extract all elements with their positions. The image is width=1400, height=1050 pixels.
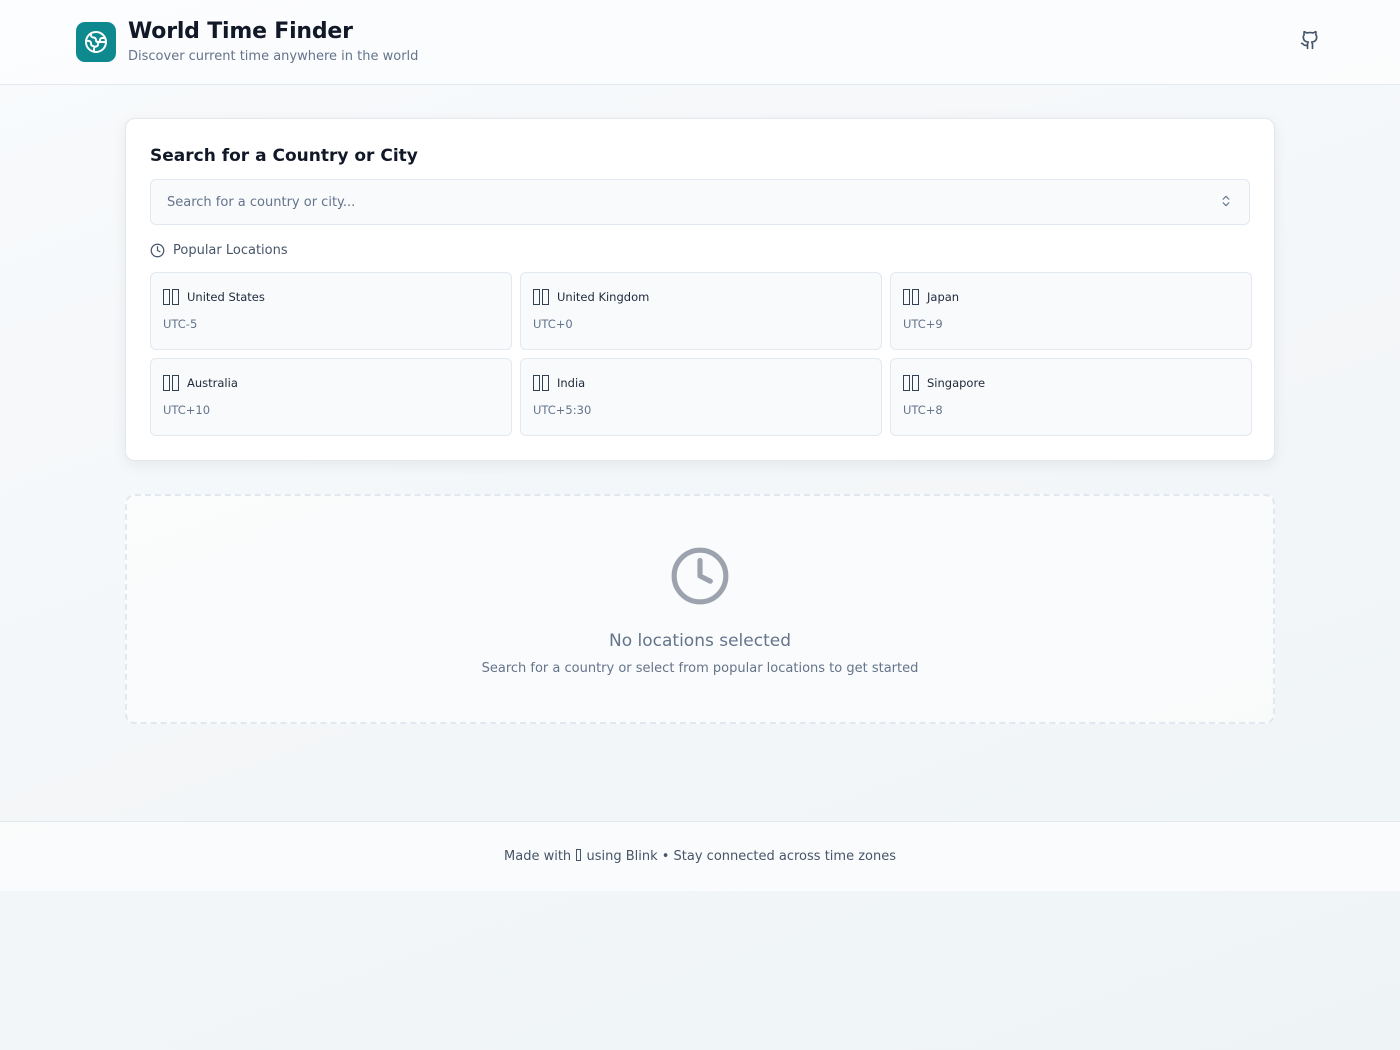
- footer-prefix: Made with: [504, 849, 572, 864]
- app-header: World Time Finder Discover current time …: [0, 0, 1400, 85]
- location-offset: UTC+5:30: [533, 403, 592, 417]
- flag-icon: [533, 375, 549, 391]
- clock-icon: [127, 545, 1273, 611]
- brand: World Time Finder Discover current time …: [76, 18, 418, 64]
- popular-locations-grid: United States UTC-5 United Kingdom UTC+0…: [150, 272, 1252, 436]
- empty-state-subtitle: Search for a country or select from popu…: [481, 661, 919, 676]
- brand-text: World Time Finder Discover current time …: [128, 18, 418, 64]
- flag-icon: [903, 289, 919, 305]
- location-offset: UTC+0: [533, 317, 573, 331]
- heart-icon: [576, 849, 582, 861]
- location-offset: UTC+8: [903, 403, 943, 417]
- location-name: India: [557, 376, 586, 390]
- location-card-australia[interactable]: Australia UTC+10: [150, 358, 512, 436]
- clock-icon: [150, 243, 165, 258]
- flag-icon: [903, 375, 919, 391]
- location-name: Australia: [187, 376, 238, 390]
- globe-icon: [76, 22, 116, 62]
- chevrons-up-down-icon: [1219, 193, 1233, 212]
- location-offset: UTC-5: [163, 317, 198, 331]
- location-card-singapore[interactable]: Singapore UTC+8: [890, 358, 1252, 436]
- search-heading: Search for a Country or City: [150, 146, 418, 166]
- location-card-united-kingdom[interactable]: United Kingdom UTC+0: [520, 272, 882, 350]
- app-subtitle: Discover current time anywhere in the wo…: [128, 49, 419, 64]
- location-offset: UTC+9: [903, 317, 943, 331]
- location-offset: UTC+10: [163, 403, 211, 417]
- footer-suffix: using Blink • Stay connected across time…: [586, 849, 896, 864]
- location-card-japan[interactable]: Japan UTC+9: [890, 272, 1252, 350]
- flag-icon: [163, 289, 179, 305]
- location-name: Japan: [927, 290, 960, 304]
- footer: Made with using Blink • Stay connected a…: [0, 821, 1400, 891]
- flag-icon: [533, 289, 549, 305]
- location-name: Singapore: [927, 376, 986, 390]
- empty-state-title: No locations selected: [609, 631, 791, 651]
- popular-locations-text: Popular Locations: [173, 243, 288, 258]
- empty-state: No locations selected Search for a count…: [125, 494, 1275, 724]
- location-card-united-states[interactable]: United States UTC-5: [150, 272, 512, 350]
- github-icon[interactable]: [1300, 30, 1324, 54]
- search-input[interactable]: [167, 194, 1180, 210]
- location-name: United Kingdom: [557, 290, 650, 304]
- app-title: World Time Finder: [128, 19, 353, 44]
- location-name: United States: [187, 290, 265, 304]
- flag-icon: [163, 375, 179, 391]
- search-card: Search for a Country or City Popular Loc…: [125, 118, 1275, 461]
- popular-locations-label: Popular Locations: [150, 243, 1250, 258]
- location-card-india[interactable]: India UTC+5:30: [520, 358, 882, 436]
- location-combobox[interactable]: [150, 179, 1250, 225]
